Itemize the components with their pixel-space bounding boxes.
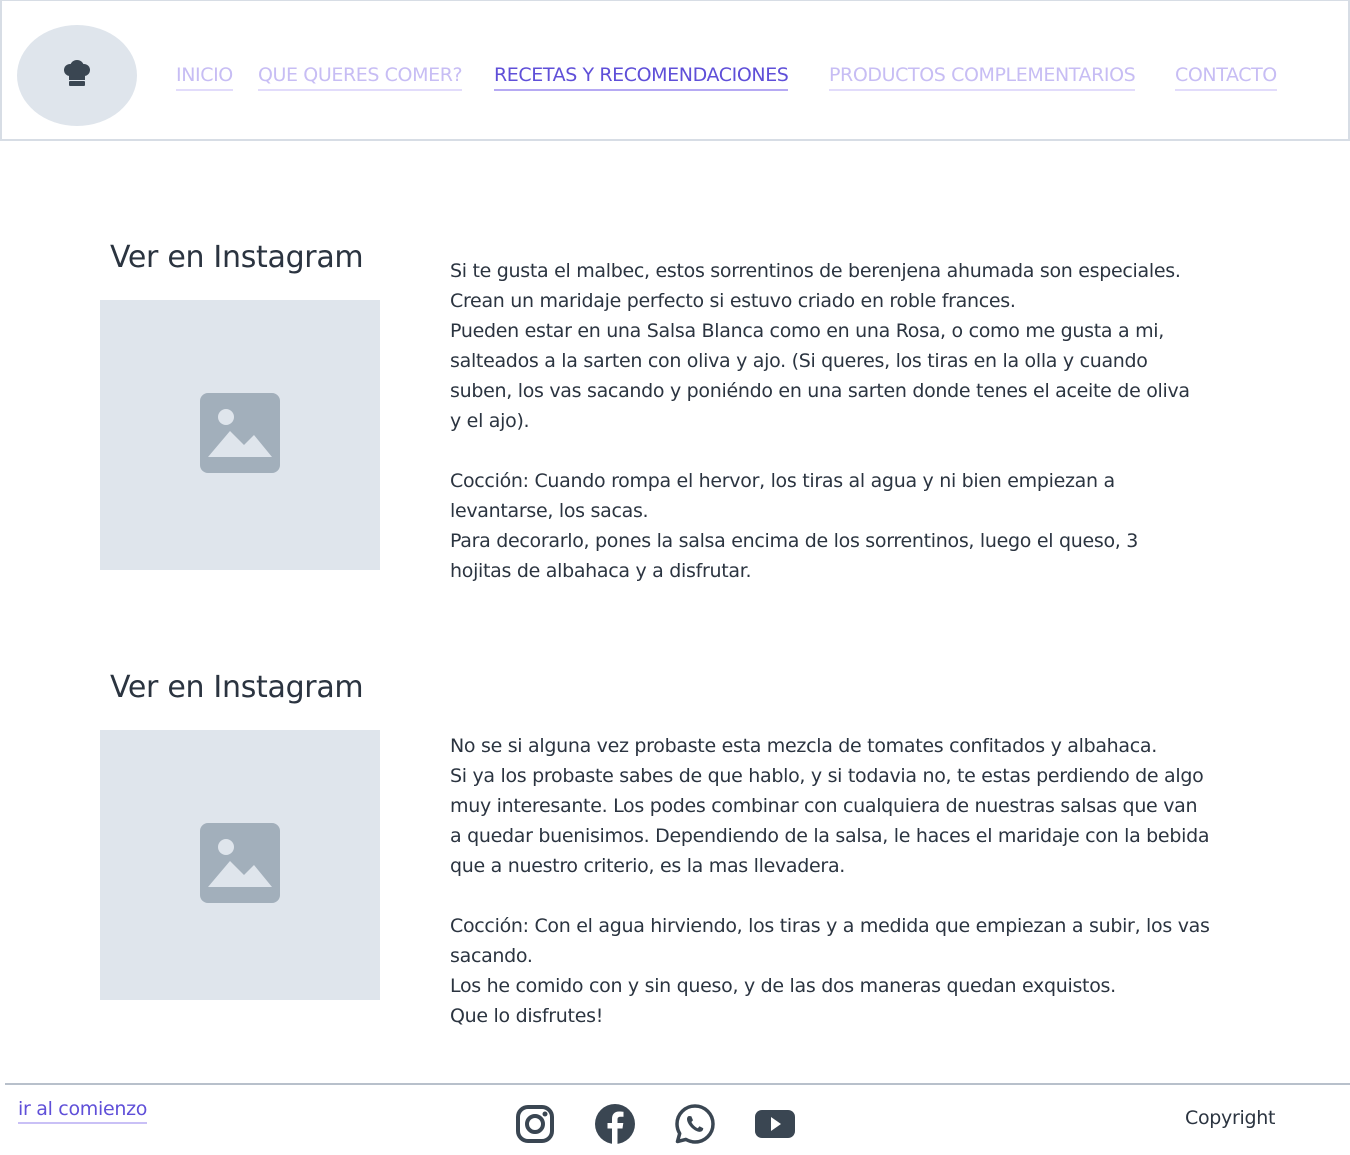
nav-que-queres-comer[interactable]: QUE QUERES COMER?: [258, 61, 463, 91]
whatsapp-icon[interactable]: [674, 1103, 716, 1145]
recipe-image-placeholder: [100, 300, 380, 570]
facebook-icon[interactable]: [594, 1103, 636, 1145]
youtube-icon[interactable]: [754, 1103, 796, 1145]
instagram-icon[interactable]: [514, 1103, 556, 1145]
image-placeholder-icon: [200, 823, 280, 907]
main-nav: INICIO QUE QUERES COMER? RECETAS Y RECOM…: [2, 61, 1348, 93]
recipe-description: Si te gusta el malbec, estos sorrentinos…: [450, 260, 1190, 582]
site-header: INICIO QUE QUERES COMER? RECETAS Y RECOM…: [0, 0, 1350, 141]
nav-recetas-y-recomendaciones[interactable]: RECETAS Y RECOMENDACIONES: [494, 61, 789, 91]
recipe-description: No se si alguna vez probaste esta mezcla…: [450, 735, 1210, 1027]
copyright-text: Copyright: [1185, 1107, 1276, 1129]
recipe-image-placeholder: [100, 730, 380, 1000]
nav-productos-complementarios[interactable]: PRODUCTOS COMPLEMENTARIOS: [829, 61, 1136, 91]
image-placeholder-icon: [200, 393, 280, 477]
instagram-link[interactable]: Ver en Instagram: [110, 670, 364, 705]
footer-divider: [5, 1083, 1350, 1085]
nav-inicio[interactable]: INICIO: [176, 61, 233, 91]
back-to-top-link[interactable]: ir al comienzo: [18, 1096, 147, 1124]
nav-contacto[interactable]: CONTACTO: [1175, 61, 1277, 91]
instagram-link[interactable]: Ver en Instagram: [110, 240, 364, 275]
